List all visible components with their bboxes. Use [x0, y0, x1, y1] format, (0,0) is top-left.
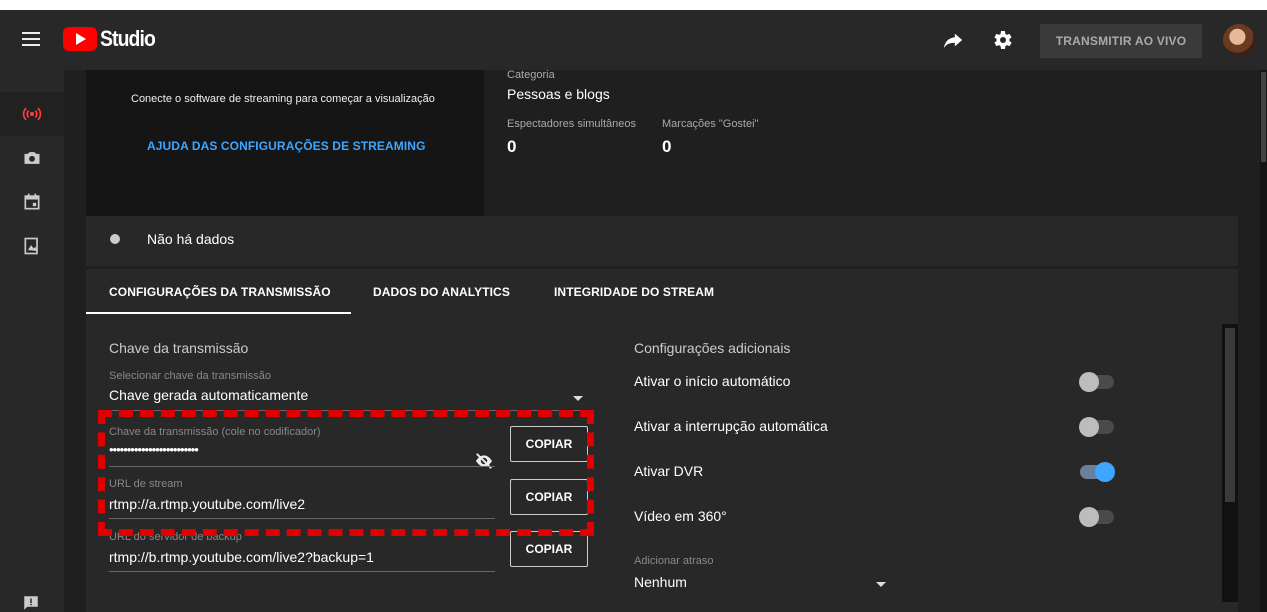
- toggle-knob: [1079, 417, 1099, 437]
- streaming-help-link[interactable]: AJUDA DAS CONFIGURAÇÕES DE STREAMING: [147, 139, 426, 153]
- divider: [109, 518, 495, 519]
- sidebar-item-schedule[interactable]: [0, 180, 64, 224]
- camera-icon: [24, 152, 40, 164]
- category-label: Categoria: [507, 69, 555, 81]
- copy-backup-url-button[interactable]: COPIAR: [510, 531, 588, 567]
- category-value: Pessoas e blogs: [507, 86, 610, 102]
- calendar-icon: [24, 193, 40, 210]
- sidebar: [0, 70, 64, 612]
- toggle-knob: [1095, 462, 1115, 482]
- backup-url-label: URL do servidor de backup: [109, 531, 242, 543]
- youtube-studio-logo[interactable]: Studio: [63, 26, 162, 52]
- page-scroll-thumb[interactable]: [1261, 72, 1266, 162]
- studio-app: Studio TRANSMITIR AO VIVO Conecte o soft…: [0, 10, 1267, 612]
- dvr-toggle[interactable]: [1080, 462, 1115, 482]
- status-text: Não há dados: [147, 231, 235, 247]
- stream-url-label: URL de stream: [109, 478, 183, 490]
- copy-stream-key-button[interactable]: COPIAR: [510, 426, 588, 462]
- video-360-label: Vídeo em 360°: [634, 508, 727, 524]
- stream-key-field[interactable]: •••••••••••••••••••••••••: [109, 442, 199, 457]
- chevron-down-icon[interactable]: [573, 396, 583, 401]
- select-key-dropdown[interactable]: Chave gerada automaticamente: [109, 387, 308, 403]
- delay-label: Adicionar atraso: [634, 555, 714, 567]
- brand-text: Studio: [100, 26, 156, 51]
- dvr-label: Ativar DVR: [634, 463, 704, 479]
- gear-icon[interactable]: [990, 28, 1014, 52]
- divider: [109, 466, 495, 467]
- status-dot: [110, 234, 120, 244]
- likes-value: 0: [662, 137, 672, 156]
- hamburger-menu-icon[interactable]: [22, 32, 40, 46]
- toggle-knob: [1079, 507, 1099, 527]
- divider: [109, 410, 591, 411]
- avatar[interactable]: [1223, 24, 1255, 56]
- tab-stream-health[interactable]: INTEGRIDADE DO STREAM: [554, 285, 714, 299]
- auto-stop-label: Ativar a interrupção automática: [634, 418, 828, 434]
- divider: [109, 571, 495, 572]
- youtube-play-icon: [63, 27, 97, 51]
- copy-stream-url-button[interactable]: COPIAR: [510, 479, 588, 515]
- video-360-toggle[interactable]: [1079, 507, 1114, 527]
- sidebar-item-live[interactable]: [0, 92, 64, 136]
- select-key-label: Selecionar chave da transmissão: [109, 370, 272, 382]
- auto-start-label: Ativar o início automático: [634, 373, 791, 389]
- auto-start-toggle[interactable]: [1079, 372, 1114, 392]
- connect-software-message: Conecte o software de streaming para com…: [131, 93, 435, 105]
- likes-label: Marcações "Gostei": [662, 118, 759, 130]
- stream-url-field[interactable]: rtmp://a.rtmp.youtube.com/live2: [109, 496, 305, 512]
- stream-key-label: Chave da transmissão (cole no codificado…: [109, 426, 321, 438]
- share-icon[interactable]: [942, 29, 964, 51]
- status-bar: [86, 216, 1238, 266]
- concurrent-viewers-value: 0: [507, 137, 517, 156]
- chevron-down-icon[interactable]: [876, 582, 886, 587]
- backup-url-field[interactable]: rtmp://b.rtmp.youtube.com/live2?backup=1: [109, 549, 374, 565]
- live-broadcast-icon: [22, 107, 42, 121]
- toggle-knob: [1079, 372, 1099, 392]
- manage-icon: [24, 237, 38, 255]
- sidebar-item-webcam[interactable]: [0, 136, 64, 180]
- additional-settings-title: Configurações adicionais: [634, 340, 791, 356]
- stream-key-title: Chave da transmissão: [109, 340, 249, 356]
- tab-analytics[interactable]: DADOS DO ANALYTICS: [373, 285, 510, 299]
- tab-stream-settings[interactable]: CONFIGURAÇÕES DA TRANSMISSÃO: [109, 285, 331, 299]
- sidebar-item-manage[interactable]: [0, 224, 64, 268]
- panel-scroll-thumb[interactable]: [1225, 328, 1235, 502]
- concurrent-viewers-label: Espectadores simultâneos: [507, 118, 637, 130]
- auto-stop-toggle[interactable]: [1079, 417, 1114, 437]
- feedback-icon[interactable]: [22, 594, 40, 612]
- delay-dropdown[interactable]: Nenhum: [634, 574, 687, 590]
- go-live-button[interactable]: TRANSMITIR AO VIVO: [1040, 24, 1202, 58]
